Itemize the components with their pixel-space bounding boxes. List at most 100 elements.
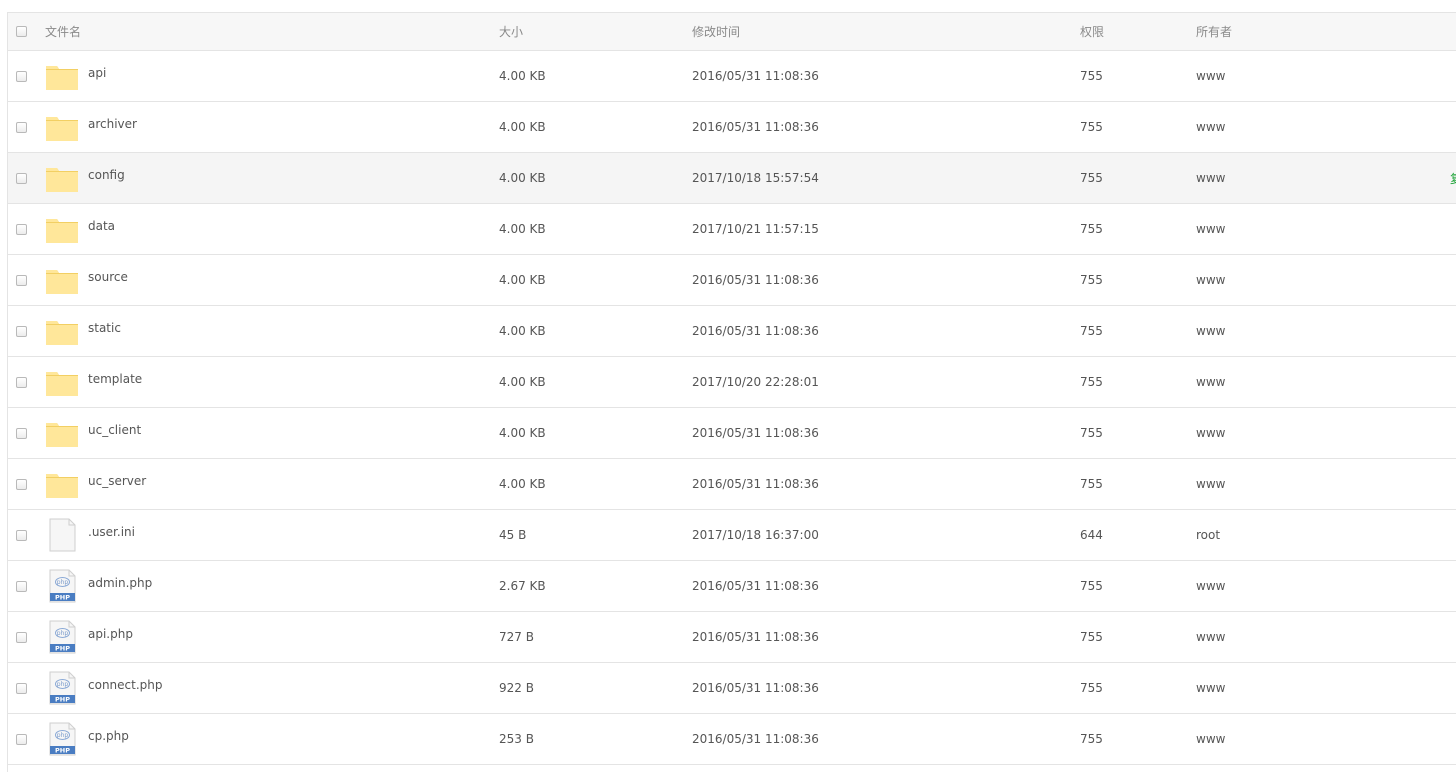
file-name[interactable]: connect.php	[88, 678, 163, 692]
row-checkbox[interactable]	[16, 529, 27, 541]
row-checkbox[interactable]	[16, 274, 27, 286]
folder-icon[interactable]	[45, 161, 79, 195]
file-size: 4.00 KB	[499, 69, 546, 83]
row-checkbox[interactable]	[16, 580, 27, 592]
file-owner[interactable]: www	[1196, 459, 1396, 509]
file-owner[interactable]: www	[1196, 102, 1396, 152]
folder-icon[interactable]	[45, 59, 79, 93]
table-row[interactable]: php PHP cp.php 253 B 2016/05/31 11:08:36…	[8, 714, 1456, 765]
folder-icon[interactable]	[45, 467, 79, 501]
table-row[interactable]: archiver 4.00 KB 2016/05/31 11:08:36 755…	[8, 102, 1456, 153]
file-name[interactable]: static	[88, 321, 121, 335]
row-checkbox-cell	[16, 255, 32, 305]
row-checkbox-cell	[16, 510, 32, 560]
php-file-icon[interactable]: php PHP	[45, 722, 79, 756]
row-checkbox[interactable]	[16, 478, 27, 490]
table-row[interactable]: template 4.00 KB 2017/10/20 22:28:01 755…	[8, 357, 1456, 408]
file-owner[interactable]: www	[1196, 357, 1396, 407]
file-perm[interactable]: 755	[1080, 153, 1180, 203]
row-checkbox[interactable]	[16, 172, 27, 184]
file-perm[interactable]: 755	[1080, 204, 1180, 254]
row-checkbox[interactable]	[16, 376, 27, 388]
table-row[interactable]: config 4.00 KB 2017/10/18 15:57:54 755 w…	[8, 153, 1456, 204]
row-checkbox-cell	[16, 561, 32, 611]
file-owner[interactable]: www	[1196, 663, 1396, 713]
php-file-icon[interactable]: php PHP	[45, 569, 79, 603]
file-perm[interactable]: 755	[1080, 561, 1180, 611]
file-perm[interactable]: 755	[1080, 663, 1180, 713]
file-owner[interactable]: www	[1196, 408, 1396, 458]
name-cell: config	[45, 153, 485, 203]
file-name[interactable]: template	[88, 372, 142, 386]
file-owner[interactable]: www	[1196, 612, 1396, 662]
row-checkbox[interactable]	[16, 325, 27, 337]
row-action-link[interactable]: 复	[1450, 153, 1456, 203]
file-name[interactable]: source	[88, 270, 128, 284]
header-owner[interactable]: 所有者	[1196, 13, 1396, 50]
table-row[interactable]: source 4.00 KB 2016/05/31 11:08:36 755 w…	[8, 255, 1456, 306]
table-row[interactable]: static 4.00 KB 2016/05/31 11:08:36 755 w…	[8, 306, 1456, 357]
header-size[interactable]: 大小	[499, 13, 679, 50]
header-name[interactable]: 文件名	[45, 13, 485, 50]
header-perm[interactable]: 权限	[1080, 13, 1180, 50]
row-checkbox[interactable]	[16, 427, 27, 439]
file-owner[interactable]: root	[1196, 510, 1396, 560]
table-row[interactable]: php PHP admin.php 2.67 KB 2016/05/31 11:…	[8, 561, 1456, 612]
folder-icon[interactable]	[45, 416, 79, 450]
row-checkbox[interactable]	[16, 682, 27, 694]
header-mtime[interactable]: 修改时间	[692, 13, 1072, 50]
file-perm[interactable]: 644	[1080, 510, 1180, 560]
file-name[interactable]: uc_client	[88, 423, 141, 437]
file-name[interactable]: .user.ini	[88, 525, 135, 539]
folder-icon[interactable]	[45, 110, 79, 144]
svg-text:php: php	[57, 579, 69, 586]
file-owner[interactable]: www	[1196, 204, 1396, 254]
file-owner[interactable]: www	[1196, 561, 1396, 611]
file-perm[interactable]: 755	[1080, 306, 1180, 356]
file-owner[interactable]: www	[1196, 255, 1396, 305]
file-name[interactable]: cp.php	[88, 729, 129, 743]
file-perm[interactable]: 755	[1080, 612, 1180, 662]
folder-icon[interactable]	[45, 365, 79, 399]
php-file-icon[interactable]: php PHP	[45, 671, 79, 705]
file-name[interactable]: archiver	[88, 117, 137, 131]
table-row[interactable]: uc_client 4.00 KB 2016/05/31 11:08:36 75…	[8, 408, 1456, 459]
row-checkbox[interactable]	[16, 733, 27, 745]
file-name[interactable]: config	[88, 168, 125, 182]
file-perm[interactable]: 755	[1080, 51, 1180, 101]
row-checkbox[interactable]	[16, 631, 27, 643]
table-row[interactable]: .user.ini 45 B 2017/10/18 16:37:00 644 r…	[8, 510, 1456, 561]
row-checkbox[interactable]	[16, 70, 27, 82]
row-checkbox[interactable]	[16, 121, 27, 133]
file-perm[interactable]: 755	[1080, 714, 1180, 764]
file-name[interactable]: uc_server	[88, 474, 146, 488]
table-row[interactable]: php PHP connect.php 922 B 2016/05/31 11:…	[8, 663, 1456, 714]
file-owner[interactable]: www	[1196, 714, 1396, 764]
svg-text:PHP: PHP	[55, 747, 70, 755]
select-all-checkbox[interactable]	[16, 26, 27, 37]
folder-icon[interactable]	[45, 212, 79, 246]
table-row[interactable]: data 4.00 KB 2017/10/21 11:57:15 755 www	[8, 204, 1456, 255]
file-owner[interactable]: www	[1196, 51, 1396, 101]
file-perm[interactable]: 755	[1080, 408, 1180, 458]
file-owner[interactable]: www	[1196, 153, 1396, 203]
file-name[interactable]: api	[88, 66, 106, 80]
table-row[interactable]: uc_server 4.00 KB 2016/05/31 11:08:36 75…	[8, 459, 1456, 510]
file-name[interactable]: data	[88, 219, 115, 233]
file-perm[interactable]: 755	[1080, 255, 1180, 305]
row-checkbox[interactable]	[16, 223, 27, 235]
table-row[interactable]: api 4.00 KB 2016/05/31 11:08:36 755 www	[8, 51, 1456, 102]
file-mtime: 2017/10/18 15:57:54	[692, 171, 819, 185]
file-name[interactable]: admin.php	[88, 576, 152, 590]
file-owner[interactable]: www	[1196, 306, 1396, 356]
folder-icon[interactable]	[45, 314, 79, 348]
file-icon[interactable]	[45, 518, 79, 552]
php-file-icon[interactable]: php PHP	[45, 620, 79, 654]
file-perm[interactable]: 755	[1080, 357, 1180, 407]
folder-icon[interactable]	[45, 263, 79, 297]
table-row[interactable]: php PHP api.php 727 B 2016/05/31 11:08:3…	[8, 612, 1456, 663]
file-name[interactable]: api.php	[88, 627, 133, 641]
file-perm[interactable]: 755	[1080, 102, 1180, 152]
file-perm[interactable]: 755	[1080, 459, 1180, 509]
name-cell: php PHP connect.php	[45, 663, 485, 713]
